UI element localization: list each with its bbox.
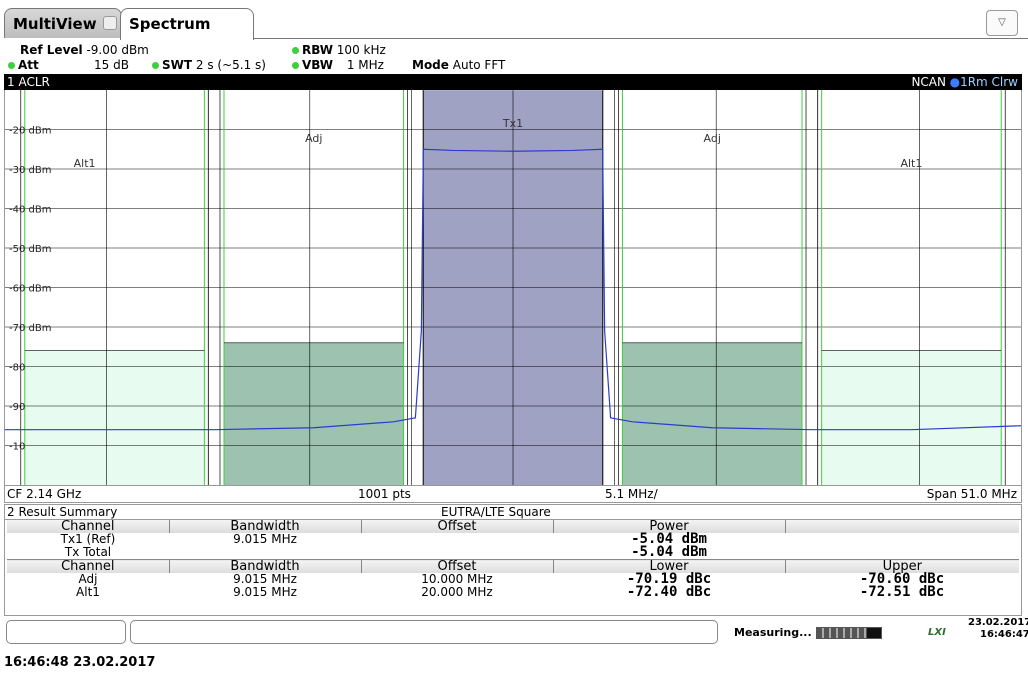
table-header-row: Channel Bandwidth Offset Power bbox=[7, 520, 1019, 533]
table-row: Tx Total -5.04 dBm bbox=[7, 544, 1019, 560]
progress-bar-fill bbox=[867, 628, 881, 638]
row-empty bbox=[785, 546, 1019, 560]
points-count: 1001 pts bbox=[358, 487, 411, 501]
y-tick-label: -30 dBm bbox=[9, 165, 51, 176]
y-tick-label: -60 dBm bbox=[9, 284, 51, 295]
channel-label: Tx1 bbox=[502, 117, 523, 130]
y-tick-label: -90 bbox=[9, 402, 25, 413]
row-offset: 20.000 MHz bbox=[421, 585, 493, 599]
mode[interactable]: Mode Auto FFT bbox=[412, 58, 505, 72]
table-row: Alt1 9.015 MHz 20.000 MHz -72.40 dBc -72… bbox=[7, 584, 1019, 600]
att-label: Att bbox=[18, 58, 39, 72]
progress-bar bbox=[816, 627, 882, 639]
status-field-left[interactable] bbox=[6, 620, 126, 644]
swt-label: SWT bbox=[162, 58, 193, 72]
channel-rect-0 bbox=[24, 350, 205, 485]
vbw-label: VBW bbox=[302, 58, 334, 72]
status-message-field[interactable] bbox=[130, 620, 718, 644]
bottom-timestamp: 16:46:48 23.02.2017 bbox=[4, 655, 156, 670]
row-bandwidth: 9.015 MHz bbox=[233, 585, 297, 599]
att-value: 15 dB bbox=[94, 58, 129, 72]
col-channel: Channel bbox=[7, 559, 170, 573]
division-label: 5.1 MHz/ bbox=[605, 487, 658, 501]
channel-label: Alt1 bbox=[900, 157, 922, 170]
standard-label: EUTRA/LTE Square bbox=[441, 505, 551, 519]
panel-title: 1 ACLR bbox=[7, 75, 50, 89]
y-tick-label: -10 bbox=[9, 442, 25, 453]
channel-label: Alt1 bbox=[74, 157, 96, 170]
aclr-plot: -20 dBm -30 dBm -40 dBm -50 dBm -60 dBm -70 d… bbox=[5, 89, 1022, 485]
row-channel: Tx Total bbox=[64, 545, 112, 559]
dropdown-button[interactable]: ▽ bbox=[986, 10, 1018, 36]
row-channel: Alt1 bbox=[76, 585, 100, 599]
swt[interactable]: SWT 2 s (~5.1 s) bbox=[152, 58, 266, 72]
status-time: 16:46:47 bbox=[980, 629, 1028, 640]
measurement-settings: Ref Level -9.00 dBm Att 15 dB SWT 2 s (~… bbox=[0, 40, 1028, 74]
status-bar: Measuring... LXI 23.02.2017 16:46:47 bbox=[4, 617, 1028, 646]
status-date: 23.02.2017 bbox=[968, 617, 1028, 628]
channel-label: Adj bbox=[704, 132, 721, 145]
row-empty bbox=[785, 533, 1019, 546]
att[interactable]: Att bbox=[8, 58, 39, 72]
col-bandwidth: Bandwidth bbox=[169, 559, 362, 573]
vbw[interactable]: VBW 1 MHz bbox=[292, 58, 384, 72]
table-row: Tx1 (Ref) 9.015 MHz -5.04 dBm bbox=[7, 532, 1019, 546]
tab-bar: MultiView Spectrum ▽ bbox=[0, 0, 1028, 40]
row-power: -5.04 dBm bbox=[631, 544, 707, 560]
col-empty bbox=[785, 520, 1019, 533]
result-summary-title: 2 Result Summary bbox=[7, 505, 118, 519]
row-offset bbox=[361, 533, 553, 546]
trace-dot-icon: ● bbox=[949, 75, 961, 89]
vbw-value: 1 MHz bbox=[346, 58, 384, 72]
span-label: Span 51.0 MHz bbox=[926, 487, 1017, 501]
rbw[interactable]: RBW 100 kHz bbox=[292, 43, 386, 57]
channel-rect-3 bbox=[622, 342, 803, 485]
rbw-value: 100 kHz bbox=[336, 43, 386, 57]
row-bandwidth bbox=[169, 546, 361, 560]
multiview-grid-icon bbox=[102, 16, 117, 30]
row-upper: -72.51 dBc bbox=[859, 584, 945, 600]
tab-multiview-label: MultiView bbox=[13, 15, 97, 33]
triangle-down-icon: ▽ bbox=[998, 17, 1006, 28]
channel-rect-1 bbox=[223, 342, 404, 485]
ncan-label: NCAN bbox=[911, 75, 946, 89]
tab-underline bbox=[254, 38, 1028, 39]
measuring-status: Measuring... bbox=[734, 626, 812, 639]
diagram-footer: CF 2.14 GHz 1001 pts 5.1 MHz/ Span 51.0 … bbox=[4, 485, 1022, 503]
row-lower: -72.40 dBc bbox=[626, 584, 712, 600]
channel-label: Adj bbox=[305, 132, 322, 145]
y-tick-label: -20 dBm bbox=[9, 126, 51, 137]
y-tick-label: -40 dBm bbox=[9, 205, 51, 216]
center-frequency: CF 2.14 GHz bbox=[7, 487, 82, 501]
mode-label: Mode bbox=[412, 58, 449, 72]
mode-value: Auto FFT bbox=[452, 58, 506, 72]
y-tick-label: -50 dBm bbox=[9, 244, 51, 255]
result-summary-header: 2 Result Summary EUTRA/LTE Square bbox=[4, 504, 1022, 520]
vbw-indicator-icon bbox=[292, 62, 299, 69]
aclr-panel-header: 1 ACLR NCAN ●1Rm Clrw bbox=[4, 74, 1022, 90]
rbw-label: RBW bbox=[302, 43, 333, 57]
ref-level[interactable]: Ref Level -9.00 dBm bbox=[20, 43, 149, 57]
tab-spectrum-label: Spectrum bbox=[129, 15, 211, 33]
spectrum-diagram[interactable]: -20 dBm -30 dBm -40 dBm -50 dBm -60 dBm -70 d… bbox=[4, 89, 1022, 485]
col-offset: Offset bbox=[361, 559, 554, 573]
col-offset: Offset bbox=[361, 520, 554, 533]
channel-rect-4 bbox=[821, 350, 1002, 485]
trace-indicator: ●1Rm Clrw bbox=[950, 74, 1018, 90]
trace-label: 1Rm Clrw bbox=[960, 75, 1018, 89]
result-summary-table: Channel Bandwidth Offset Power Tx1 (Ref)… bbox=[4, 520, 1022, 616]
row-offset bbox=[361, 546, 553, 560]
tab-multiview[interactable]: MultiView bbox=[4, 8, 122, 38]
att-indicator-icon bbox=[8, 62, 15, 69]
tab-spectrum[interactable]: Spectrum bbox=[120, 8, 254, 40]
swt-indicator-icon bbox=[152, 62, 159, 69]
row-bandwidth: 9.015 MHz bbox=[233, 532, 297, 546]
ref-level-label: Ref Level bbox=[20, 43, 83, 57]
swt-value: 2 s (~5.1 s) bbox=[195, 58, 266, 72]
ref-level-value: -9.00 dBm bbox=[86, 43, 149, 57]
y-tick-label: -70 dBm bbox=[9, 323, 51, 334]
y-tick-label: -80 bbox=[9, 363, 25, 374]
rbw-indicator-icon bbox=[292, 47, 299, 54]
lxi-logo: LXI bbox=[928, 627, 946, 638]
